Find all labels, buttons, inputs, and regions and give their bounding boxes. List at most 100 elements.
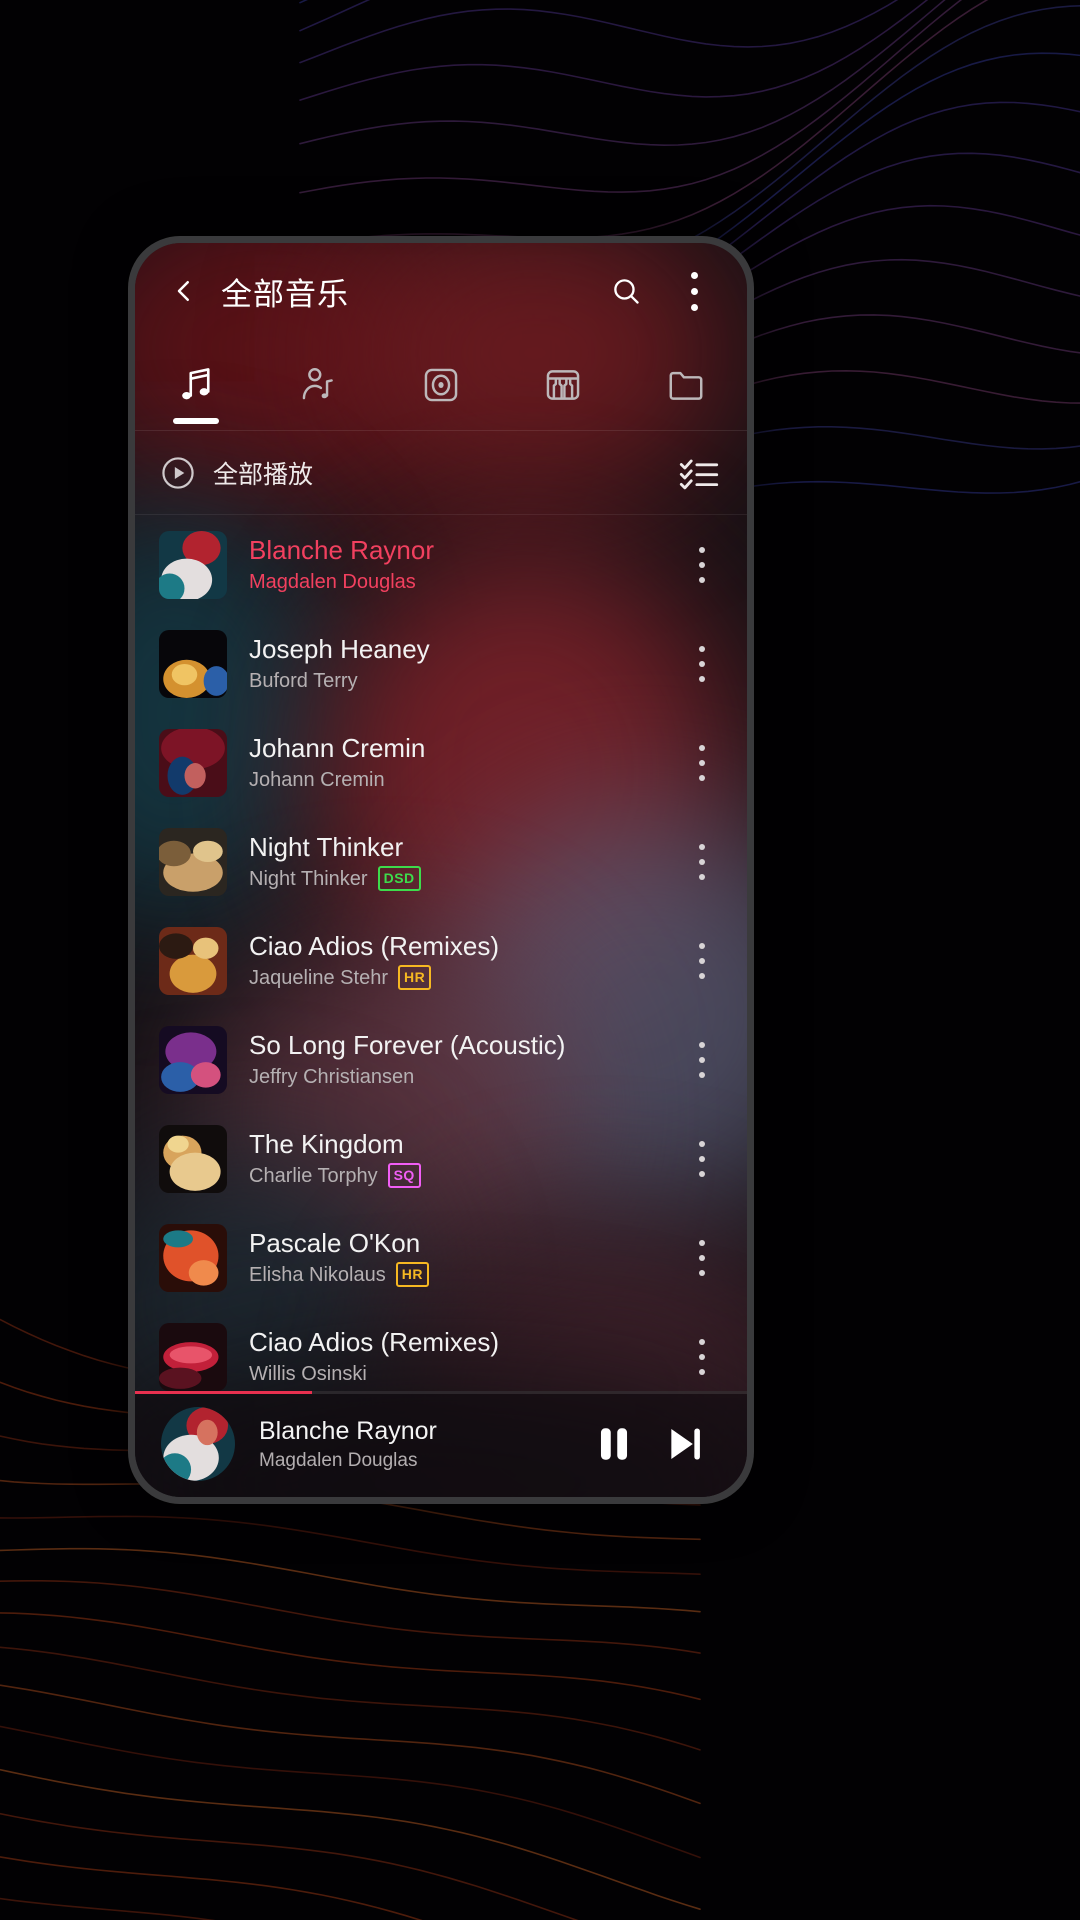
album-art (159, 530, 227, 599)
mini-player-info: Blanche Raynor Magdalen Douglas (259, 1417, 579, 1472)
search-button[interactable] (599, 264, 653, 318)
song-overflow-button[interactable] (679, 925, 725, 997)
song-title: Pascale O'Kon (249, 1227, 421, 1258)
tab-active-indicator (173, 418, 220, 424)
tab-genres[interactable] (502, 339, 624, 430)
song-row[interactable]: Blanche Raynor Magdalen Douglas (135, 515, 747, 614)
song-subtitle: Magdalen Douglas (249, 570, 679, 594)
album-art (159, 1025, 227, 1094)
song-info: Pascale O'Kon Elisha Nikolaus HR (249, 1228, 679, 1288)
album-art-image (161, 1407, 235, 1481)
album-art-image (159, 1322, 227, 1391)
song-subtitle: Charlie Torphy SQ (249, 1163, 679, 1189)
search-icon (613, 278, 639, 304)
mini-player-title: Blanche Raynor (259, 1416, 437, 1445)
quality-badge: DSD (377, 866, 421, 892)
more-vertical-icon (699, 942, 705, 979)
more-vertical-icon (699, 645, 705, 682)
album-art-image (159, 530, 227, 599)
play-circle-icon (162, 456, 194, 489)
album-art-image (159, 827, 227, 896)
album-art (159, 1124, 227, 1193)
screenshot-root: 全部音乐 全部播放 Blanche Raynor Magdalen Dougla… (0, 0, 1080, 1920)
album-art-image (159, 926, 227, 995)
play-all-label: 全部播放 (213, 460, 314, 489)
back-button[interactable] (157, 264, 211, 318)
tab-artists[interactable] (257, 339, 379, 430)
song-title: The Kingdom (249, 1128, 404, 1159)
song-artist: Charlie Torphy (249, 1164, 378, 1187)
song-row[interactable]: Ciao Adios (Remixes) Willis Osinski (135, 1307, 747, 1391)
artist-icon (302, 367, 333, 399)
song-title: Ciao Adios (Remixes) (249, 930, 499, 961)
song-subtitle: Johann Cremin (249, 768, 679, 792)
song-row[interactable]: Joseph Heaney Buford Terry (135, 614, 747, 713)
song-overflow-button[interactable] (679, 727, 725, 799)
album-disc-icon (424, 368, 458, 401)
song-overflow-button[interactable] (679, 826, 725, 898)
more-vertical-icon (699, 744, 705, 781)
chevron-left-icon (177, 281, 189, 301)
tab-folders[interactable] (625, 339, 747, 430)
song-title: Joseph Heaney (249, 634, 430, 665)
song-row[interactable]: The Kingdom Charlie Torphy SQ (135, 1109, 747, 1208)
song-info: So Long Forever (Acoustic) Jeffry Christi… (249, 1030, 679, 1089)
song-info: The Kingdom Charlie Torphy SQ (249, 1129, 679, 1189)
folder-icon (669, 371, 703, 400)
mini-player-artist: Magdalen Douglas (259, 1449, 418, 1471)
more-vertical-icon (690, 271, 698, 311)
album-art (159, 827, 227, 896)
playback-progress-bar[interactable] (135, 1391, 747, 1394)
song-subtitle: Willis Osinski (249, 1362, 679, 1386)
more-vertical-icon (699, 1041, 705, 1078)
song-info: Johann Cremin Johann Cremin (249, 733, 679, 792)
song-title: Ciao Adios (Remixes) (249, 1327, 499, 1358)
phone-screen: 全部音乐 全部播放 Blanche Raynor Magdalen Dougla… (135, 243, 747, 1497)
song-info: Ciao Adios (Remixes) Willis Osinski (249, 1327, 679, 1386)
piano-keys-icon (547, 369, 580, 400)
next-track-button[interactable] (649, 1409, 719, 1479)
song-overflow-button[interactable] (679, 529, 725, 601)
song-title: So Long Forever (Acoustic) (249, 1030, 566, 1061)
more-vertical-icon (699, 546, 705, 583)
song-artist: Elisha Nikolaus (249, 1263, 386, 1286)
album-art (159, 629, 227, 698)
song-overflow-button[interactable] (679, 1321, 725, 1392)
playback-progress-fill (135, 1391, 313, 1394)
mini-player[interactable]: Blanche Raynor Magdalen Douglas (135, 1391, 747, 1497)
tab-albums[interactable] (380, 339, 502, 430)
song-artist: Willis Osinski (249, 1362, 367, 1385)
tab-songs[interactable] (135, 339, 257, 430)
checklist-icon[interactable] (679, 456, 719, 490)
song-overflow-button[interactable] (679, 1024, 725, 1096)
song-subtitle: Jaqueline Stehr HR (249, 965, 679, 991)
song-subtitle: Night Thinker DSD (249, 866, 679, 892)
album-art-image (159, 1124, 227, 1193)
song-title: Blanche Raynor (249, 535, 434, 566)
song-overflow-button[interactable] (679, 1222, 725, 1294)
song-row[interactable]: Night Thinker Night Thinker DSD (135, 812, 747, 911)
quality-badge: HR (397, 965, 432, 991)
song-row[interactable]: So Long Forever (Acoustic) Jeffry Christi… (135, 1010, 747, 1109)
song-list[interactable]: Blanche Raynor Magdalen Douglas Joseph Hea… (135, 515, 747, 1391)
quality-badge: HR (395, 1262, 429, 1288)
music-app: 全部音乐 全部播放 Blanche Raynor Magdalen Dougla… (135, 243, 747, 1497)
song-row[interactable]: Pascale O'Kon Elisha Nikolaus HR (135, 1208, 747, 1307)
mini-player-artwork[interactable] (161, 1407, 235, 1481)
overflow-menu-button[interactable] (667, 264, 721, 318)
more-vertical-icon (699, 843, 705, 880)
play-all-row[interactable]: 全部播放 (135, 431, 747, 515)
album-art-image (159, 629, 227, 698)
pause-button[interactable] (579, 1409, 649, 1479)
album-art (159, 1223, 227, 1292)
song-overflow-button[interactable] (679, 1123, 725, 1195)
song-artist: Buford Terry (249, 669, 358, 692)
album-art (159, 926, 227, 995)
pause-icon (600, 1428, 628, 1460)
song-overflow-button[interactable] (679, 628, 725, 700)
album-art-image (159, 1025, 227, 1094)
song-row[interactable]: Johann Cremin Johann Cremin (135, 713, 747, 812)
song-subtitle: Elisha Nikolaus HR (249, 1262, 679, 1288)
album-art (159, 1322, 227, 1391)
song-row[interactable]: Ciao Adios (Remixes) Jaqueline Stehr HR (135, 911, 747, 1010)
